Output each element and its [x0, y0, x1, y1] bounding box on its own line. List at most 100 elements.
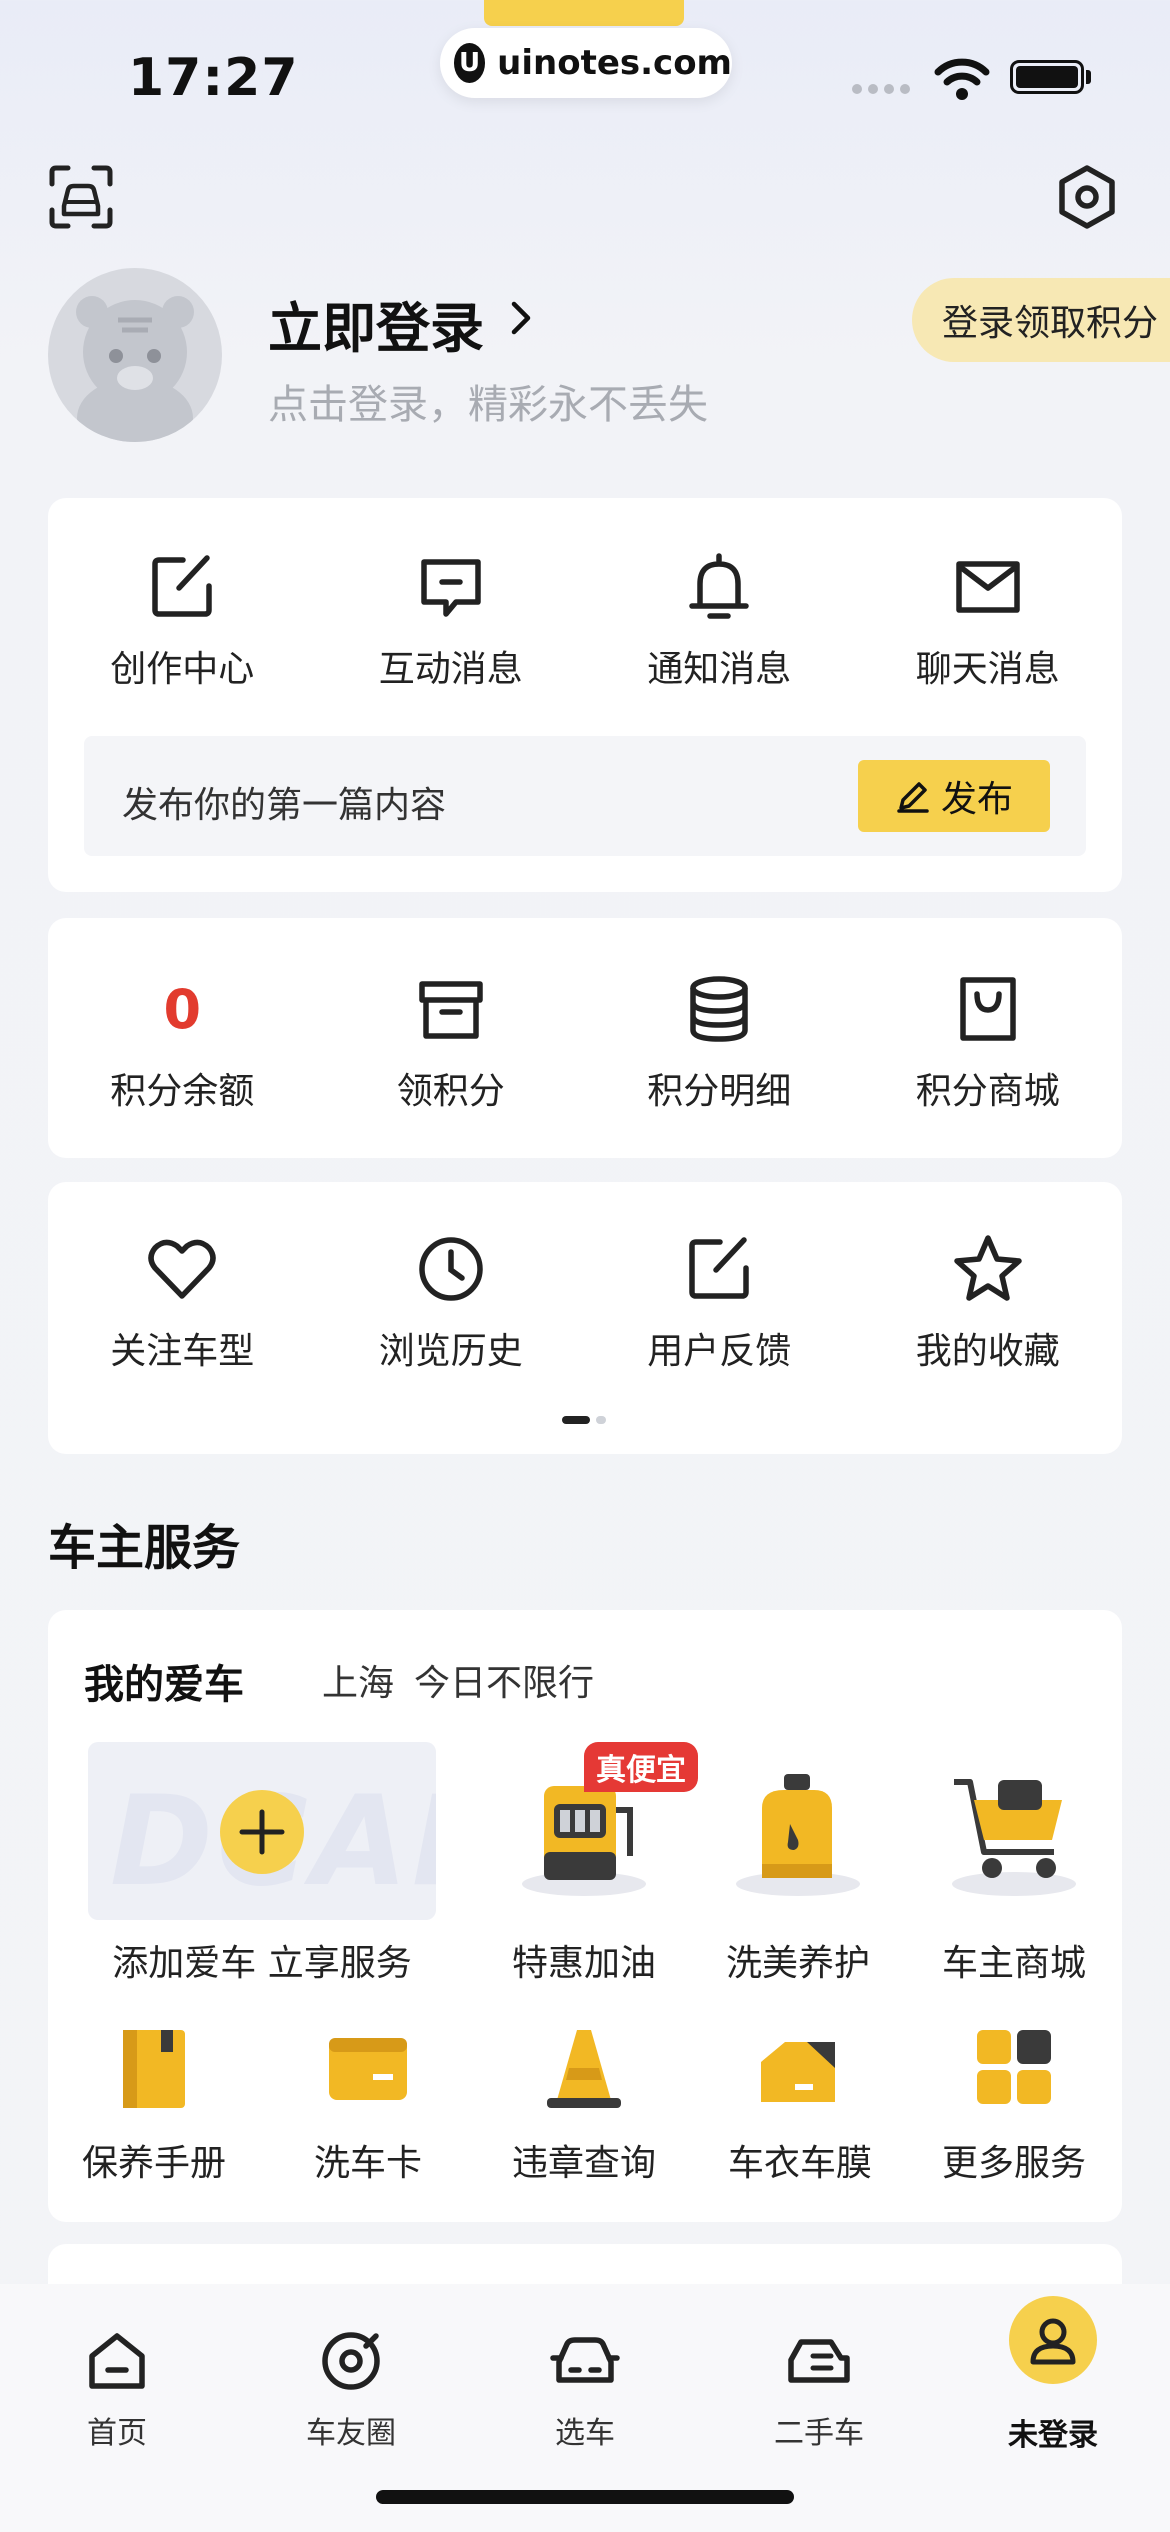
service-label[interactable]: 洗车卡	[314, 2134, 422, 2186]
shopping-cart-icon[interactable]	[944, 1760, 1084, 1900]
database-icon	[690, 976, 748, 1042]
city-label[interactable]: 上海	[322, 1654, 394, 1706]
item-label: 互动消息	[378, 649, 523, 690]
service-label[interactable]: 更多服务	[942, 2134, 1086, 2186]
publish-button-label: 发布	[940, 779, 1013, 820]
box-icon	[419, 981, 483, 1039]
clock-icon	[419, 1237, 483, 1301]
url-text: uinotes.com	[497, 43, 732, 83]
item-label: 积分商城	[915, 1071, 1060, 1112]
service-label[interactable]: 车衣车膜	[728, 2134, 872, 2186]
publish-button[interactable]: 发布	[858, 760, 1050, 832]
scan-icon[interactable]	[48, 164, 114, 230]
mail-icon	[956, 561, 1020, 613]
browsing-history-item[interactable]: 浏览历史	[317, 1230, 586, 1374]
my-car-title: 我的爱车	[84, 1662, 244, 1708]
uinotes-logo-icon: U	[454, 43, 486, 83]
item-label: 浏览历史	[378, 1331, 523, 1372]
oil-bottle-icon[interactable]	[728, 1760, 868, 1900]
tab-choose-car[interactable]: 选车	[468, 2284, 702, 2452]
star-icon	[954, 1235, 1022, 1301]
notification-messages-item[interactable]: 通知消息	[585, 548, 854, 692]
tab-community[interactable]: 车友圈	[234, 2284, 468, 2452]
hot-deal-badge: 真便宜	[584, 1742, 698, 1792]
tab-label: 选车	[555, 2416, 615, 2451]
publish-bar[interactable]: 发布你的第一篇内容 发布	[84, 736, 1086, 856]
wifi-icon	[934, 58, 990, 100]
item-label: 领积分	[396, 1071, 505, 1112]
traffic-cone-icon[interactable]	[539, 2022, 629, 2112]
my-favorites-item[interactable]: 我的收藏	[854, 1230, 1123, 1374]
creator-center-item[interactable]: 创作中心	[48, 548, 317, 692]
plus-icon	[220, 1790, 304, 1874]
item-label: 聊天消息	[915, 649, 1060, 690]
messages-card: 创作中心 互动消息 通知消息 聊天消息 发布你的第一篇内容 发布	[48, 498, 1122, 892]
publish-prompt: 发布你的第一篇内容	[122, 785, 447, 826]
user-feedback-item[interactable]: 用户反馈	[585, 1230, 854, 1374]
chat-icon	[421, 559, 481, 617]
signal-icon	[852, 84, 910, 94]
page-dot	[596, 1416, 606, 1424]
edit-icon	[152, 555, 212, 617]
car-film-icon[interactable]	[755, 2022, 845, 2112]
login-points-label: 登录领取积分	[942, 303, 1159, 344]
avatar[interactable]	[48, 268, 222, 442]
points-mall-item[interactable]: 积分商城	[854, 970, 1123, 1114]
hot-deal-label: 真便宜	[596, 1753, 686, 1788]
add-car-button[interactable]: DCAR	[88, 1742, 436, 1920]
tab-label: 未登录	[1008, 2418, 1098, 2453]
settings-icon[interactable]	[1054, 164, 1120, 230]
tab-home[interactable]: 首页	[0, 2284, 234, 2452]
service-label[interactable]: 特惠加油	[512, 1934, 656, 1986]
login-points-badge[interactable]: 登录领取积分	[912, 278, 1170, 362]
home-icon	[89, 2333, 145, 2389]
battery-icon	[1010, 60, 1084, 94]
shopping-bag-icon	[960, 977, 1016, 1041]
more-grid-icon[interactable]	[969, 2022, 1059, 2112]
item-label: 通知消息	[647, 649, 792, 690]
service-label[interactable]: 违章查询	[512, 2134, 656, 2186]
tab-profile[interactable]: 未登录	[936, 2284, 1170, 2454]
partial-app-tab	[484, 0, 684, 26]
service-label[interactable]: 保养手册	[82, 2134, 226, 2186]
community-icon	[322, 2332, 380, 2390]
add-car-label[interactable]: 添加爱车 立享服务	[112, 1934, 411, 1986]
card-icon[interactable]	[323, 2022, 413, 2112]
used-car-icon	[788, 2339, 850, 2383]
restriction-label: 今日不限行	[414, 1663, 595, 1704]
battery-cap	[1086, 70, 1091, 84]
chevron-right-icon[interactable]	[506, 296, 536, 340]
points-balance-item[interactable]: 0 积分余额	[48, 970, 317, 1114]
section-title-owner-services: 车主服务	[48, 1520, 241, 1576]
tab-label: 二手车	[774, 2416, 864, 2451]
followed-models-item[interactable]: 关注车型	[48, 1230, 317, 1374]
bell-icon	[689, 553, 749, 619]
item-label: 我的收藏	[915, 1331, 1060, 1372]
points-balance-value: 0	[163, 977, 202, 1041]
feedback-icon	[689, 1237, 749, 1299]
interaction-messages-item[interactable]: 互动消息	[317, 548, 586, 692]
item-label: 创作中心	[110, 649, 255, 690]
tab-label: 首页	[87, 2416, 147, 2451]
manual-book-icon[interactable]	[109, 2022, 199, 2112]
item-label: 积分余额	[110, 1071, 255, 1112]
heart-icon	[148, 1239, 216, 1299]
car-icon	[550, 2337, 620, 2383]
points-card: 0 积分余额 领积分 积分明细 积分商城	[48, 918, 1122, 1158]
login-title[interactable]: 立即登录	[268, 284, 484, 363]
item-label: 积分明细	[647, 1071, 792, 1112]
tab-used-car[interactable]: 二手车	[702, 2284, 936, 2452]
points-detail-item[interactable]: 积分明细	[585, 970, 854, 1114]
user-icon	[1030, 2318, 1076, 2365]
status-time: 17:27	[128, 48, 299, 108]
page-dot-active	[562, 1416, 590, 1424]
page-indicator	[562, 1416, 606, 1424]
service-label[interactable]: 车主商城	[942, 1934, 1086, 1986]
claim-points-item[interactable]: 领积分	[317, 970, 586, 1114]
service-label[interactable]: 洗美养护	[726, 1934, 870, 1986]
login-subtitle: 点击登录，精彩永不丢失	[268, 382, 708, 428]
url-pill: U uinotes.com	[440, 28, 732, 98]
chat-messages-item[interactable]: 聊天消息	[854, 548, 1123, 692]
shortcuts-card: 关注车型 浏览历史 用户反馈 我的收藏	[48, 1182, 1122, 1454]
item-label: 关注车型	[110, 1331, 255, 1372]
